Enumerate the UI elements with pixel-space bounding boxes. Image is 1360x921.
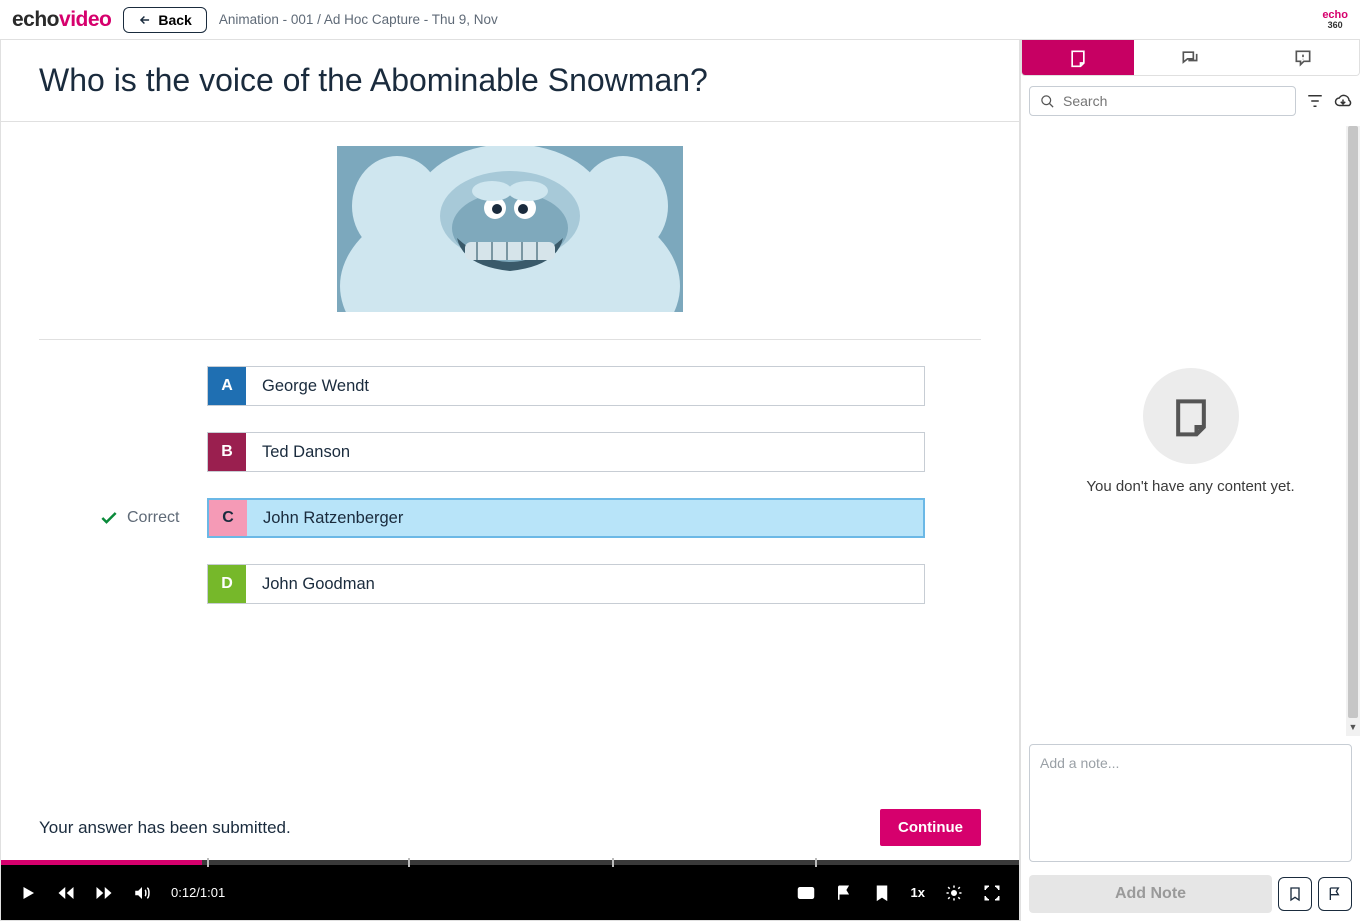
answer-option-C[interactable]: CJohn Ratzenberger: [207, 498, 925, 538]
answer-text: Ted Danson: [246, 433, 924, 471]
submit-bar: Your answer has been submitted. Continue: [1, 795, 1019, 860]
tab-questions[interactable]: [1247, 40, 1359, 75]
progress-tick[interactable]: [612, 858, 614, 867]
sidebar-tabs: [1021, 40, 1360, 76]
content-column: Who is the voice of the Abominable Snowm…: [0, 40, 1020, 921]
tab-discussion[interactable]: [1134, 40, 1246, 75]
answer-option-D[interactable]: DJohn Goodman: [207, 564, 925, 604]
filter-icon[interactable]: [1306, 92, 1324, 110]
back-label: Back: [158, 12, 191, 28]
logo[interactable]: echovideo: [12, 8, 111, 32]
bookmark-icon[interactable]: [873, 884, 891, 902]
play-icon[interactable]: [19, 884, 37, 902]
submitted-message: Your answer has been submitted.: [39, 818, 291, 838]
search-box[interactable]: [1029, 86, 1296, 116]
arrow-left-icon: [138, 13, 152, 27]
player-bar: 0:12/1:01 CC 1x: [1, 860, 1019, 920]
progress-tick[interactable]: [408, 858, 410, 867]
check-icon: [99, 508, 119, 528]
sidebar-bottom: Add Note: [1021, 875, 1360, 921]
question-body: AGeorge WendtBTed DansonCorrectCJohn Rat…: [1, 122, 1019, 795]
scrollbar[interactable]: ▼: [1346, 126, 1360, 718]
answer-letter: C: [209, 500, 247, 536]
answer-text: John Ratzenberger: [247, 500, 923, 536]
note-input[interactable]: [1029, 744, 1352, 862]
time-display: 0:12/1:01: [171, 885, 225, 900]
answer-option-B[interactable]: BTed Danson: [207, 432, 925, 472]
question-title: Who is the voice of the Abominable Snowm…: [39, 62, 981, 99]
continue-button[interactable]: Continue: [880, 809, 981, 846]
correct-label: Correct: [127, 509, 179, 527]
forward-icon[interactable]: [95, 884, 113, 902]
answer-option-A[interactable]: AGeorge Wendt: [207, 366, 925, 406]
answer-letter: A: [208, 367, 246, 405]
note-area: [1021, 736, 1360, 875]
search-input[interactable]: [1063, 93, 1285, 109]
download-cloud-icon[interactable]: [1334, 92, 1352, 110]
rewind-icon[interactable]: [57, 884, 75, 902]
answer-row: AGeorge Wendt: [95, 366, 925, 406]
answer-text: John Goodman: [246, 565, 924, 603]
tab-notes[interactable]: [1022, 40, 1134, 75]
bookmark-button[interactable]: [1278, 877, 1312, 911]
flag-button[interactable]: [1318, 877, 1352, 911]
empty-state-text: You don't have any content yet.: [1086, 478, 1294, 495]
settings-icon[interactable]: [945, 884, 963, 902]
empty-state-icon: [1143, 368, 1239, 464]
add-note-button[interactable]: Add Note: [1029, 875, 1272, 913]
search-row: [1021, 76, 1360, 126]
divider: [39, 339, 981, 340]
svg-text:CC: CC: [801, 891, 811, 898]
question-header: Who is the voice of the Abominable Snowm…: [1, 40, 1019, 122]
top-bar: echovideo Back Animation - 001 / Ad Hoc …: [0, 0, 1360, 40]
progress-fill: [1, 860, 202, 865]
answer-text: George Wendt: [246, 367, 924, 405]
fullscreen-icon[interactable]: [983, 884, 1001, 902]
sidebar-body: ▼ You don't have any content yet.: [1021, 126, 1360, 736]
flag-icon[interactable]: [835, 884, 853, 902]
sidebar: ▼ You don't have any content yet. Add No…: [1020, 40, 1360, 921]
answer-row: Correct CJohn Ratzenberger: [95, 498, 925, 538]
progress-track[interactable]: [1, 860, 1019, 865]
back-button[interactable]: Back: [123, 7, 206, 33]
search-icon: [1040, 94, 1055, 109]
breadcrumb: Animation - 001 / Ad Hoc Capture - Thu 9…: [219, 12, 498, 27]
answer-letter: D: [208, 565, 246, 603]
captions-icon[interactable]: CC: [797, 884, 815, 902]
answer-prefix: Correct: [95, 508, 207, 528]
question-image: [337, 146, 683, 312]
speed-button[interactable]: 1x: [911, 885, 925, 900]
progress-tick[interactable]: [815, 858, 817, 867]
volume-icon[interactable]: [133, 884, 151, 902]
progress-tick[interactable]: [207, 858, 209, 867]
answer-letter: B: [208, 433, 246, 471]
answer-row: BTed Danson: [95, 432, 925, 472]
answer-row: DJohn Goodman: [95, 564, 925, 604]
mini-logo[interactable]: echo360: [1322, 10, 1348, 30]
